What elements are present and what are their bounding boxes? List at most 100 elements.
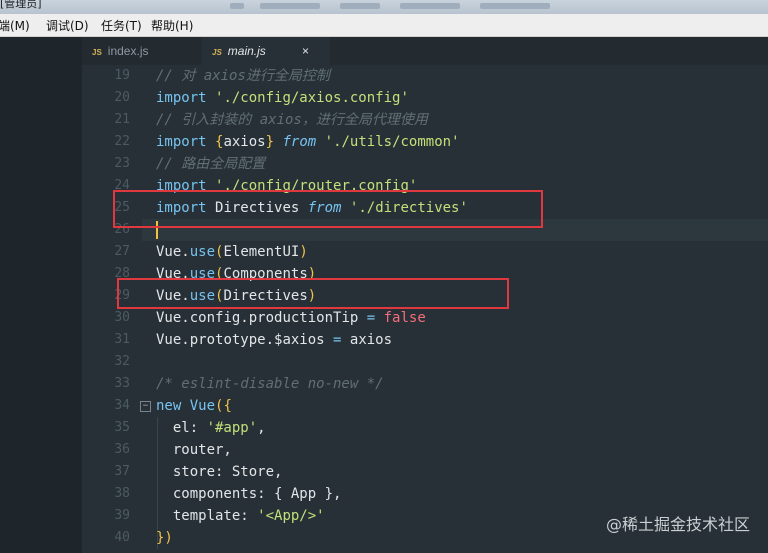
code-line: el: '#app',	[156, 417, 266, 439]
titlebar-blur-3	[340, 3, 380, 9]
code-line: Vue.prototype.$axios = axios	[156, 329, 392, 351]
code-line: })	[156, 527, 173, 549]
code-token: './utils/common'	[324, 134, 460, 150]
code-token: )	[299, 244, 308, 260]
code-line: components: { App },	[156, 483, 342, 505]
code-token: ({	[215, 398, 232, 414]
code-token: axios	[349, 332, 393, 348]
line-number: 34	[114, 398, 130, 413]
code-line: // 引入封装的 axios，进行全局代理使用	[156, 109, 428, 131]
code-line: import './config/axios.config'	[156, 87, 409, 109]
fold-toggle-icon[interactable]: −	[140, 401, 151, 412]
code-line: // 对 axios进行全局控制	[156, 65, 330, 87]
code-token: import	[156, 90, 207, 106]
code-token: // 引入封装的 axios，进行全局代理使用	[156, 112, 428, 128]
sidebar-panel	[0, 37, 82, 553]
menu-bar: 客端(M) 调试(D) 任务(T) 帮助(H)	[0, 14, 768, 37]
line-number: 32	[114, 354, 130, 369]
code-line: template: '<App/>'	[156, 505, 325, 527]
code-token: }	[324, 486, 334, 502]
tab-index-js[interactable]: JS index.js	[92, 37, 200, 65]
tab-main-js[interactable]: JS main.js ×	[202, 37, 330, 65]
code-token: new	[156, 398, 182, 414]
line-number: 27	[114, 244, 130, 259]
code-token: // 对 axios进行全局控制	[156, 68, 330, 84]
line-number: 22	[114, 134, 130, 149]
menu-item-tasks[interactable]: 任务(T)	[101, 17, 142, 34]
line-number: 36	[114, 442, 130, 457]
code-token: Vue	[156, 310, 182, 326]
code-token: import	[156, 134, 207, 150]
code-token: /* eslint-disable no-new */	[156, 376, 384, 392]
code-token: Vue	[189, 398, 216, 414]
code-token: ElementUI	[223, 244, 300, 260]
code-token: ,	[333, 486, 342, 502]
menu-item-client[interactable]: 客端(M)	[0, 17, 30, 34]
menu-item-help[interactable]: 帮助(H)	[151, 17, 193, 34]
titlebar-blur-5	[480, 3, 550, 9]
line-number: 21	[114, 112, 130, 127]
code-line: router,	[156, 439, 232, 461]
code-token: App	[282, 486, 325, 502]
js-file-icon: JS	[212, 48, 222, 57]
code-editor[interactable]: 19 // 对 axios进行全局控制 20 import './config/axi…	[82, 65, 768, 553]
code-token: from	[282, 134, 317, 150]
line-number: 37	[114, 464, 130, 479]
highlight-box-import-directives	[113, 190, 543, 228]
watermark: @稀土掘金技术社区	[605, 515, 750, 534]
code-token: =	[324, 332, 350, 348]
window-title: [管理员]	[0, 0, 42, 10]
line-number: 19	[114, 68, 130, 83]
code-token: ,	[257, 420, 266, 436]
code-line: new Vue({	[156, 395, 232, 417]
code-token: '#app'	[206, 420, 258, 436]
line-number: 23	[114, 156, 130, 171]
code-line: Vue.config.productionTip = false	[156, 307, 426, 329]
titlebar-blur-1	[230, 3, 244, 9]
code-token: el:	[156, 420, 207, 436]
code-token: use	[189, 244, 216, 260]
code-line: import {axios} from './utils/common'	[156, 131, 460, 153]
code-token: router,	[156, 442, 232, 458]
line-number: 35	[114, 420, 130, 435]
code-token: }	[265, 134, 275, 150]
code-token: .config.productionTip	[181, 310, 359, 326]
line-number: 31	[114, 332, 130, 347]
js-file-icon: JS	[92, 48, 102, 57]
titlebar-blur-4	[400, 3, 460, 9]
tab-label: main.js	[227, 44, 266, 58]
code-token: .	[181, 244, 190, 260]
tab-label: index.js	[107, 44, 149, 58]
code-token: './config/axios.config'	[215, 90, 409, 106]
code-token: .prototype.$axios	[181, 332, 325, 348]
line-number: 40	[114, 530, 130, 545]
code-token: false	[383, 310, 426, 326]
window-titlebar: [管理员]	[0, 0, 768, 14]
code-line: store: Store,	[156, 461, 283, 483]
highlight-box-vue-use-directives	[117, 278, 509, 309]
close-tab-icon[interactable]: ×	[302, 37, 309, 65]
code-token: store: Store,	[156, 464, 283, 480]
code-token: '<App/>'	[257, 508, 325, 524]
line-number: 39	[114, 508, 130, 523]
menu-item-debug[interactable]: 调试(D)	[46, 17, 89, 34]
code-token: components:	[156, 486, 275, 502]
code-token: =	[358, 310, 384, 326]
line-number: 20	[114, 90, 130, 105]
code-token: template:	[156, 508, 258, 524]
code-token: })	[156, 530, 173, 546]
editor-tab-bar: JS index.js JS main.js ×	[82, 37, 768, 65]
code-line: /* eslint-disable no-new */	[156, 373, 384, 395]
code-line: Vue.use(ElementUI)	[156, 241, 308, 263]
code-token: axios	[223, 134, 266, 150]
code-token: // 路由全局配置	[156, 156, 266, 172]
titlebar-blur-2	[260, 3, 320, 9]
code-token: Vue	[156, 332, 182, 348]
line-number: 33	[114, 376, 130, 391]
line-number: 38	[114, 486, 130, 501]
line-number: 30	[114, 310, 130, 325]
